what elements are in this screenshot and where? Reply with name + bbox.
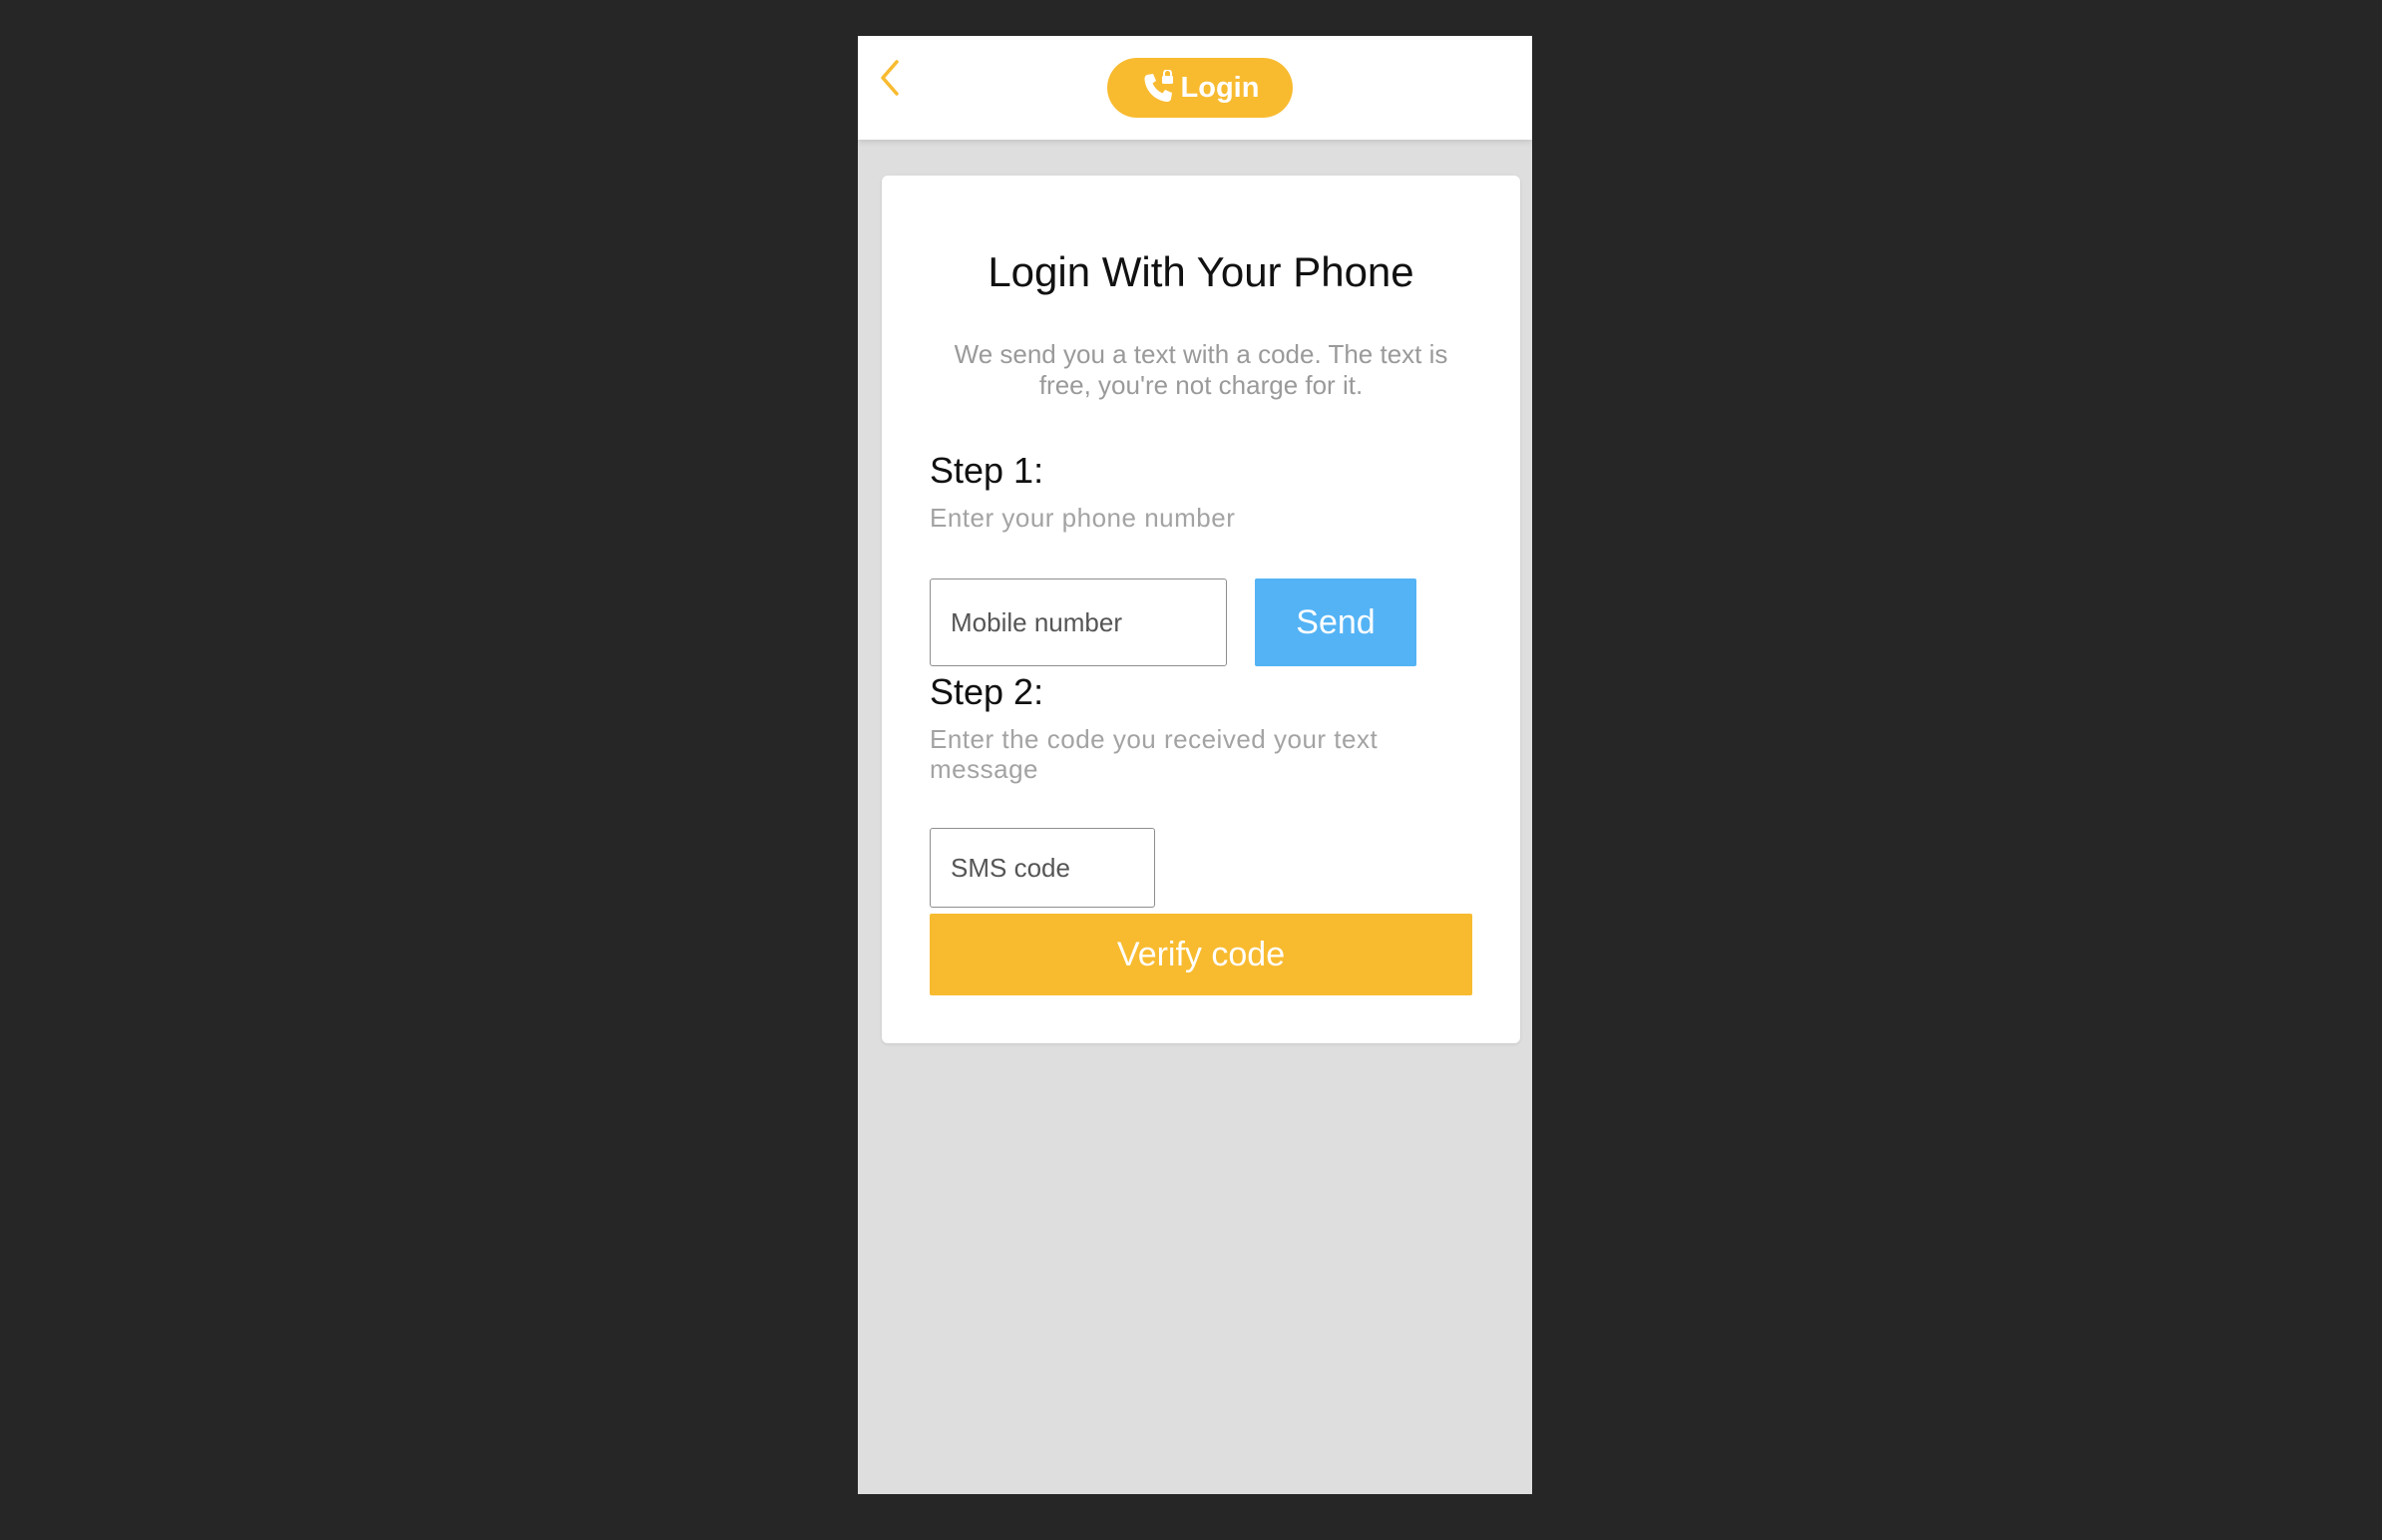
phone-screen: Login Login With Your Phone We send you …: [858, 36, 1532, 1494]
verify-code-button[interactable]: Verify code: [930, 914, 1472, 995]
sms-code-input[interactable]: [930, 828, 1155, 908]
card-title: Login With Your Phone: [988, 248, 1414, 295]
card-subtitle: We send you a text with a code. The text…: [954, 339, 1448, 400]
chevron-left-icon: [881, 60, 899, 96]
step1-hint: Enter your phone number: [930, 503, 1236, 533]
step2-hint: Enter the code you received your text me…: [930, 724, 1379, 784]
login-card: Login With Your Phone We send you a text…: [882, 176, 1520, 1043]
step1-title: Step 1:: [930, 450, 1044, 491]
mobile-number-input[interactable]: [930, 578, 1227, 666]
phone-lock-icon: [1144, 70, 1173, 102]
step2-title: Step 2:: [930, 671, 1044, 712]
send-button[interactable]: Send: [1255, 578, 1416, 666]
login-tab-label: Login: [1180, 71, 1260, 104]
top-bar: Login: [858, 36, 1532, 140]
back-button[interactable]: [872, 58, 912, 98]
login-tab[interactable]: Login: [1107, 58, 1293, 118]
